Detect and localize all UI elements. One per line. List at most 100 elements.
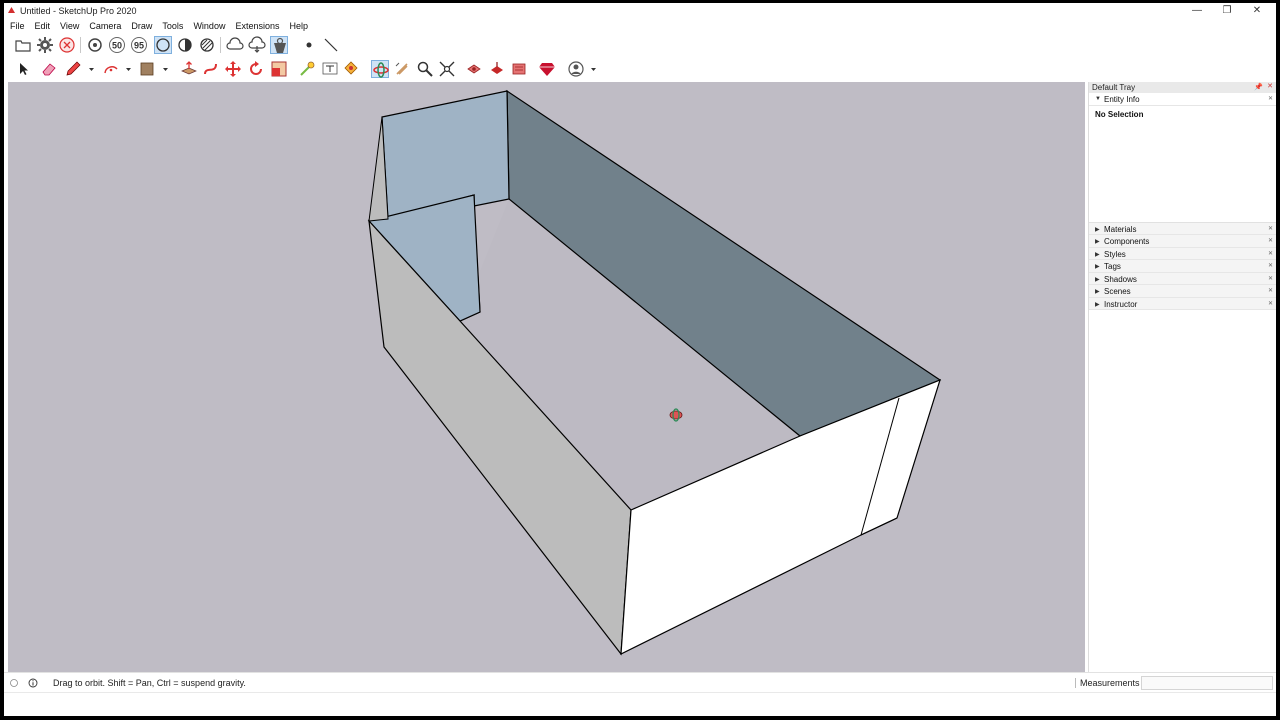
rectangle-icon[interactable]	[138, 60, 156, 78]
toolbar-divider	[220, 37, 221, 53]
panel-label: Shadows	[1104, 274, 1137, 284]
chevron-down-icon[interactable]	[88, 66, 95, 73]
tray-close-icon[interactable]: ✕	[1266, 83, 1274, 91]
ninety-five-label: 95	[134, 41, 144, 51]
chevron-right-icon: ▶	[1095, 226, 1100, 233]
close-icon[interactable]: ✕	[1268, 95, 1273, 102]
section-icon[interactable]	[465, 60, 483, 78]
left-back-wall	[381, 90, 510, 220]
sketchup-logo-icon	[8, 7, 15, 13]
menu-extensions[interactable]: Extensions	[229, 19, 283, 33]
panel-styles[interactable]: ▶ Styles ✕	[1089, 247, 1276, 260]
stop-icon[interactable]	[58, 36, 76, 54]
tray-header: Default Tray 📌 ✕	[1089, 82, 1276, 93]
menu-view[interactable]: View	[54, 19, 83, 33]
close-icon[interactable]: ✕	[1268, 237, 1273, 244]
hatched-circle-icon[interactable]	[198, 36, 216, 54]
half-circle-icon[interactable]	[176, 36, 194, 54]
chevron-right-icon: ▶	[1095, 251, 1100, 258]
toolbar-top: 50 95	[4, 33, 1276, 57]
orbit-pan-icon[interactable]	[86, 36, 104, 54]
ninety-five-icon[interactable]: 95	[130, 36, 148, 54]
warehouse-icon[interactable]	[270, 36, 288, 54]
panel-tags[interactable]: ▶ Tags ✕	[1089, 260, 1276, 273]
chevron-down-icon[interactable]	[162, 66, 169, 73]
close-icon[interactable]: ✕	[1268, 250, 1273, 257]
panel-components[interactable]: ▶ Components ✕	[1089, 235, 1276, 248]
close-icon[interactable]: ✕	[1268, 287, 1273, 294]
walk-icon[interactable]	[393, 60, 411, 78]
orbit-cursor-icon	[669, 408, 683, 422]
menu-camera[interactable]: Camera	[83, 19, 125, 33]
select-icon[interactable]	[14, 60, 32, 78]
panel-instructor[interactable]: ▶ Instructor ✕	[1089, 297, 1276, 310]
close-button[interactable]: ✕	[1244, 4, 1270, 18]
open-icon[interactable]	[14, 36, 32, 54]
panel-label: Tags	[1104, 262, 1121, 271]
zoom-extents-icon[interactable]	[438, 60, 456, 78]
settings-icon[interactable]	[36, 36, 54, 54]
menu-file[interactable]: File	[4, 19, 29, 33]
chevron-down-icon[interactable]	[125, 66, 132, 73]
pencil-icon[interactable]	[64, 60, 82, 78]
menu-bar: File Edit View Camera Draw Tools Window …	[4, 19, 1276, 33]
drawing-viewport[interactable]	[8, 82, 1085, 672]
ruby-icon[interactable]	[538, 60, 556, 78]
panel-materials[interactable]: ▶ Materials ✕	[1089, 222, 1276, 235]
chevron-right-icon: ▶	[1095, 264, 1100, 270]
close-icon[interactable]: ✕	[1268, 300, 1273, 307]
cloud-upload-icon[interactable]	[226, 36, 244, 54]
pin-icon[interactable]: 📌	[1254, 83, 1263, 91]
default-tray: Default Tray 📌 ✕ ▼ Entity Info ✕ No Sele…	[1088, 82, 1276, 672]
scale-icon[interactable]	[270, 60, 288, 78]
zoom-icon[interactable]	[416, 60, 434, 78]
toolbar-divider	[80, 37, 81, 53]
fifty-label: 50	[112, 41, 122, 51]
minimize-button[interactable]: —	[1184, 4, 1210, 18]
close-icon[interactable]: ✕	[1268, 275, 1273, 282]
status-bar: Drag to orbit. Shift = Pan, Ctrl = suspe…	[4, 672, 1276, 692]
tape-measure-icon[interactable]	[298, 60, 316, 78]
menu-window[interactable]: Window	[187, 19, 229, 33]
selection-status: No Selection	[1095, 109, 1144, 119]
panel-label: Components	[1104, 237, 1150, 246]
menu-tools[interactable]: Tools	[156, 19, 187, 33]
eraser-icon[interactable]	[40, 60, 58, 78]
panel-entity-info[interactable]: ▼ Entity Info ✕	[1089, 93, 1276, 106]
panel-shadows[interactable]: ▶ Shadows ✕	[1089, 272, 1276, 285]
line-icon[interactable]	[322, 36, 340, 54]
measurements-input[interactable]	[1141, 676, 1273, 690]
paint-bucket-icon[interactable]	[342, 60, 360, 78]
close-icon[interactable]: ✕	[1268, 262, 1273, 269]
geo-location-icon[interactable]	[9, 678, 19, 688]
cloud-download-icon[interactable]	[248, 36, 266, 54]
section-display-icon[interactable]	[510, 60, 528, 78]
info-icon[interactable]	[28, 678, 38, 688]
entity-info-body: No Selection	[1089, 105, 1276, 223]
arc-icon[interactable]	[102, 60, 120, 78]
panel-label: Instructor	[1104, 299, 1138, 309]
chevron-right-icon: ▶	[1095, 301, 1100, 308]
text-icon[interactable]	[321, 60, 339, 78]
panel-label: Scenes	[1104, 287, 1131, 296]
close-icon[interactable]: ✕	[1268, 225, 1273, 232]
rotate-icon[interactable]	[247, 60, 265, 78]
orbit-icon[interactable]	[371, 60, 389, 78]
restore-button[interactable]: ❐	[1214, 4, 1240, 18]
model-view	[367, 89, 942, 656]
follow-me-icon[interactable]	[202, 60, 220, 78]
menu-draw[interactable]: Draw	[125, 19, 156, 33]
profile-icon[interactable]	[567, 60, 585, 78]
move-icon[interactable]	[224, 60, 242, 78]
menu-edit[interactable]: Edit	[29, 19, 55, 33]
panel-scenes[interactable]: ▶ Scenes ✕	[1089, 285, 1276, 298]
chevron-down-icon[interactable]	[590, 66, 597, 73]
chevron-right-icon: ▶	[1095, 289, 1100, 295]
chevron-down-icon: ▼	[1095, 96, 1101, 102]
push-pull-icon[interactable]	[180, 60, 198, 78]
circle-icon[interactable]	[154, 36, 172, 54]
section-fill-icon[interactable]	[488, 60, 506, 78]
fifty-icon[interactable]: 50	[108, 36, 126, 54]
dot-icon[interactable]	[300, 36, 318, 54]
menu-help[interactable]: Help	[283, 19, 312, 33]
